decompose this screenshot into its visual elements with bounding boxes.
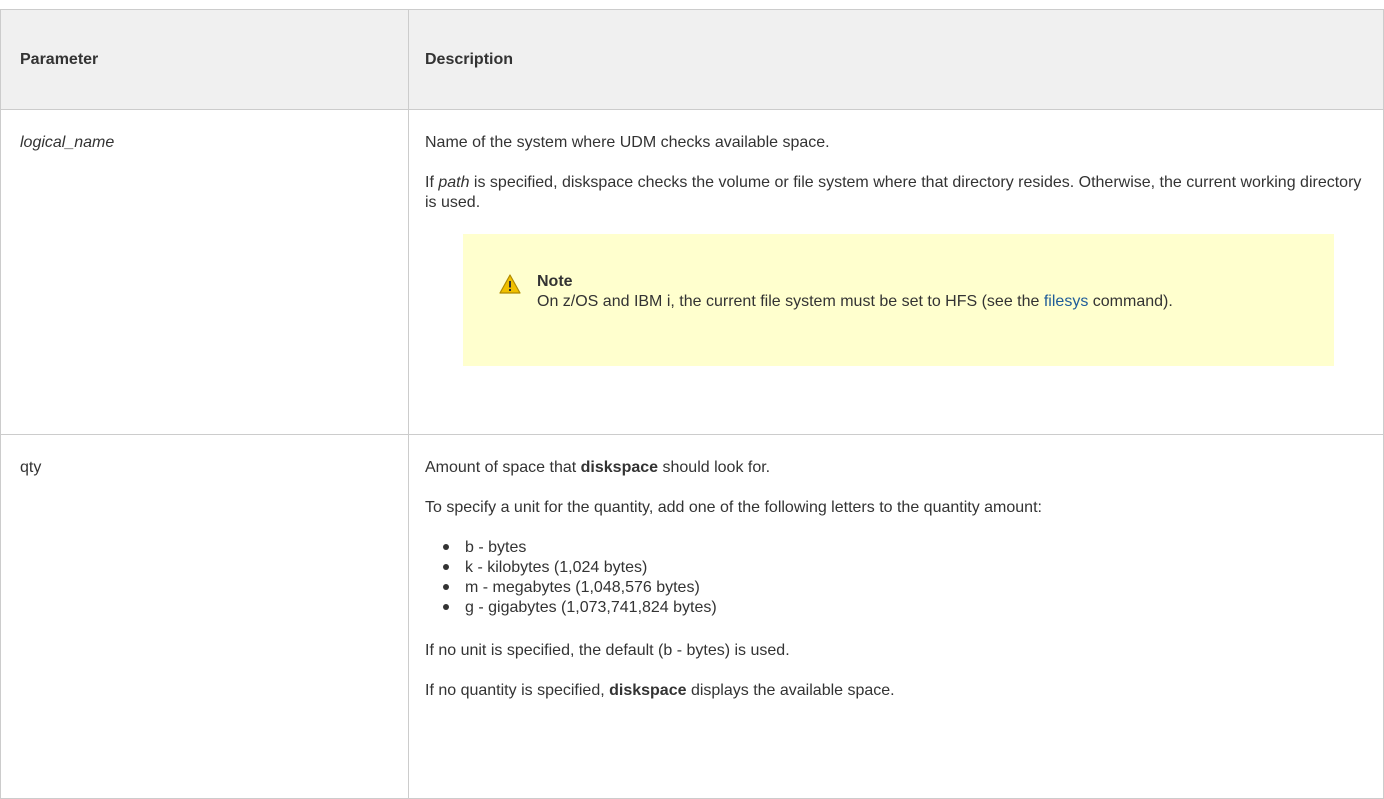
parameter-cell: qty <box>0 434 409 799</box>
parameters-table: Parameter Description logical_name Name … <box>0 9 1384 799</box>
description-cell: Name of the system where UDM checks avai… <box>408 109 1384 435</box>
description-paragraph: If no unit is specified, the default (b … <box>425 642 790 659</box>
description-column-header: Description <box>408 9 1384 110</box>
text-span: Amount of space that <box>425 459 581 476</box>
units-list: b - bytes k - kilobytes (1,024 bytes) m … <box>425 538 1367 618</box>
list-item: m - megabytes (1,048,576 bytes) <box>443 578 1367 598</box>
description-paragraph: To specify a unit for the quantity, add … <box>425 499 1042 516</box>
table-row: qty Amount of space that diskspace shoul… <box>0 434 1384 799</box>
text-span: is specified, diskspace checks the volum… <box>425 174 1362 211</box>
bullet-icon <box>443 564 449 570</box>
note-content: Note On z/OS and IBM i, the current file… <box>537 272 1294 312</box>
description-header-label: Description <box>425 50 514 68</box>
table-header-row: Parameter Description <box>0 9 1384 110</box>
text-span: displays the available space. <box>686 682 895 699</box>
text-span: If no quantity is specified, <box>425 682 610 699</box>
list-item-text: b - bytes <box>465 539 527 556</box>
parameter-column-header: Parameter <box>0 9 409 110</box>
note-text: command). <box>1088 293 1173 310</box>
parameter-name: qty <box>20 459 42 476</box>
bullet-icon <box>443 544 449 550</box>
command-term: diskspace <box>580 459 659 476</box>
text-span: should look for. <box>658 459 771 476</box>
description-paragraph: If no quantity is specified, diskspace d… <box>425 681 1367 701</box>
command-term: diskspace <box>609 682 687 699</box>
note-title: Note <box>537 273 573 290</box>
list-item-text: m - megabytes (1,048,576 bytes) <box>465 579 700 596</box>
path-term: path <box>438 174 470 191</box>
description-paragraph: If path is specified, diskspace checks t… <box>425 173 1367 213</box>
parameter-cell: logical_name <box>0 109 409 435</box>
text-span: If <box>425 174 439 191</box>
table-row: logical_name Name of the system where UD… <box>0 109 1384 435</box>
description-paragraph: Amount of space that diskspace should lo… <box>425 458 1367 478</box>
list-item-text: k - kilobytes (1,024 bytes) <box>465 559 648 576</box>
note-text: On z/OS and IBM i, the current file syst… <box>537 293 1044 310</box>
description-paragraph: Name of the system where UDM checks avai… <box>425 134 830 151</box>
note-box: Note On z/OS and IBM i, the current file… <box>463 234 1334 366</box>
list-item: g - gigabytes (1,073,741,824 bytes) <box>443 598 1367 618</box>
bullet-icon <box>443 604 449 610</box>
parameter-header-label: Parameter <box>20 50 99 68</box>
filesys-link[interactable]: filesys <box>1044 293 1088 310</box>
warning-icon <box>499 274 521 294</box>
list-item: b - bytes <box>443 538 1367 558</box>
description-cell: Amount of space that diskspace should lo… <box>408 434 1384 799</box>
bullet-icon <box>443 584 449 590</box>
parameter-name: logical_name <box>20 134 115 151</box>
list-item: k - kilobytes (1,024 bytes) <box>443 558 1367 578</box>
list-item-text: g - gigabytes (1,073,741,824 bytes) <box>465 599 717 616</box>
